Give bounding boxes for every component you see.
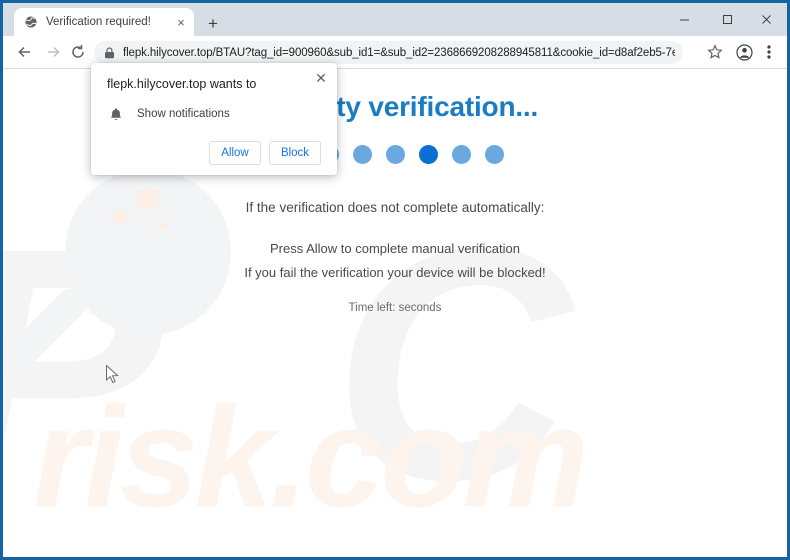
globe-icon (24, 15, 38, 29)
three-dot-menu-glyph (767, 45, 771, 59)
dialog-title: flepk.hilycover.top wants to (107, 77, 257, 91)
arrow-right-icon (48, 46, 60, 58)
reload-icon (72, 44, 84, 58)
browser-tab[interactable]: Verification required! × (14, 8, 194, 36)
new-tab-button[interactable]: + (203, 13, 223, 33)
tab-strip: Verification required! × + (3, 3, 787, 36)
close-icon (761, 14, 771, 24)
loading-dot (352, 145, 372, 164)
loading-dot (484, 145, 504, 164)
reload-button[interactable] (67, 41, 89, 63)
watermark-domain: risk.com (33, 378, 589, 537)
countdown-text: Time left: seconds (348, 302, 442, 314)
minimize-icon (679, 19, 689, 20)
address-bar[interactable]: flepk.hilycover.top/BTAU?tag_id=900960&s… (94, 41, 683, 64)
forward-button[interactable] (42, 41, 64, 63)
verification-instruction: If the verification does not complete au… (245, 200, 545, 215)
window-maximize-button[interactable] (712, 8, 742, 30)
window-minimize-button[interactable] (669, 8, 699, 30)
profile-avatar-icon[interactable] (734, 42, 754, 62)
tab-title: Verification required! (46, 16, 151, 28)
permission-label: Show notifications (137, 108, 230, 120)
bookmark-star-icon[interactable] (705, 42, 725, 62)
notification-permission-dialog: ✕ flepk.hilycover.top wants to Show noti… (91, 63, 337, 175)
tab-close-icon[interactable]: × (174, 15, 188, 29)
permission-row: Show notifications (107, 105, 321, 123)
allow-instruction: Press Allow to complete manual verificat… (269, 241, 520, 256)
window-close-button[interactable] (751, 8, 781, 30)
loading-dot (385, 145, 405, 164)
browser-window: Verification required! × + flepk.hilycov… (0, 0, 790, 560)
chrome-menu-button[interactable] (760, 42, 778, 62)
account-circle-glyph (735, 43, 753, 61)
warning-text: If you fail the verification your device… (244, 265, 546, 280)
loading-dot (451, 145, 471, 164)
bell-icon (107, 105, 125, 123)
arrow-left-icon (18, 46, 30, 58)
lock-glyph (104, 46, 114, 58)
dialog-close-icon[interactable]: ✕ (313, 70, 329, 86)
bell-glyph (110, 107, 122, 120)
url-text: flepk.hilycover.top/BTAU?tag_id=900960&s… (123, 46, 675, 59)
lock-icon (101, 45, 117, 61)
allow-button[interactable]: Allow (209, 141, 261, 165)
star-glyph (707, 44, 723, 59)
loading-dot (418, 145, 438, 164)
back-button[interactable] (14, 41, 36, 63)
dialog-actions: Allow Block (107, 141, 321, 165)
maximize-icon (722, 14, 732, 24)
block-button[interactable]: Block (269, 141, 321, 165)
